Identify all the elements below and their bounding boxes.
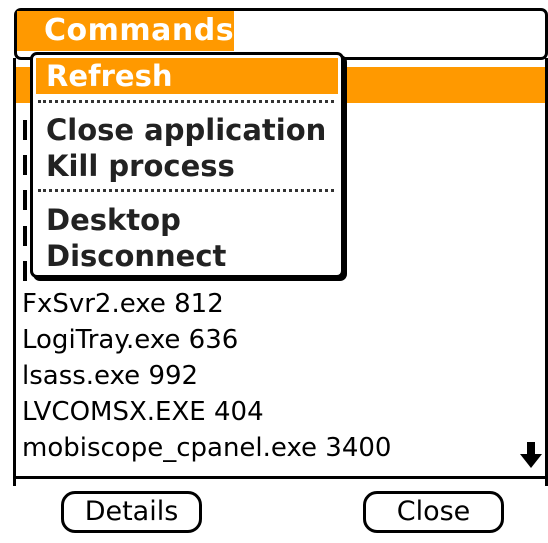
- hidden-list-row-stub[interactable]: [23, 261, 27, 281]
- menu-item-refresh[interactable]: Refresh: [36, 58, 338, 94]
- bottom-divider: [14, 476, 548, 479]
- process-manager-screen: Commands FxSvr2.exe 812 LogiTray.exe 636…: [0, 0, 548, 543]
- list-item[interactable]: FxSvr2.exe 812: [22, 286, 224, 322]
- menu-separator: [38, 100, 334, 103]
- arrow-down-icon[interactable]: [519, 440, 543, 470]
- close-button[interactable]: Close: [363, 491, 504, 533]
- hidden-list-row-stub[interactable]: [23, 190, 27, 210]
- menu-title-commands[interactable]: Commands: [17, 11, 234, 51]
- list-item[interactable]: lsass.exe 992: [22, 358, 198, 394]
- menu-item-close-application[interactable]: Close application: [36, 112, 338, 148]
- commands-dropdown-menu: Refresh Close application Kill process D…: [30, 52, 344, 278]
- list-item[interactable]: mobiscope_cpanel.exe 3400: [22, 430, 391, 466]
- list-item[interactable]: LogiTray.exe 636: [22, 322, 238, 358]
- frame-left-border: [13, 58, 16, 486]
- menu-item-desktop[interactable]: Desktop: [36, 202, 338, 238]
- hidden-list-row-stub[interactable]: [23, 226, 27, 246]
- list-item[interactable]: LVCOMSX.EXE 404: [22, 394, 264, 430]
- menu-item-disconnect[interactable]: Disconnect: [36, 238, 338, 274]
- details-button[interactable]: Details: [61, 491, 202, 533]
- hidden-list-row-stub[interactable]: [23, 155, 27, 175]
- menu-separator: [38, 189, 334, 192]
- hidden-list-row-stub[interactable]: [23, 120, 27, 140]
- menu-item-kill-process[interactable]: Kill process: [36, 148, 338, 184]
